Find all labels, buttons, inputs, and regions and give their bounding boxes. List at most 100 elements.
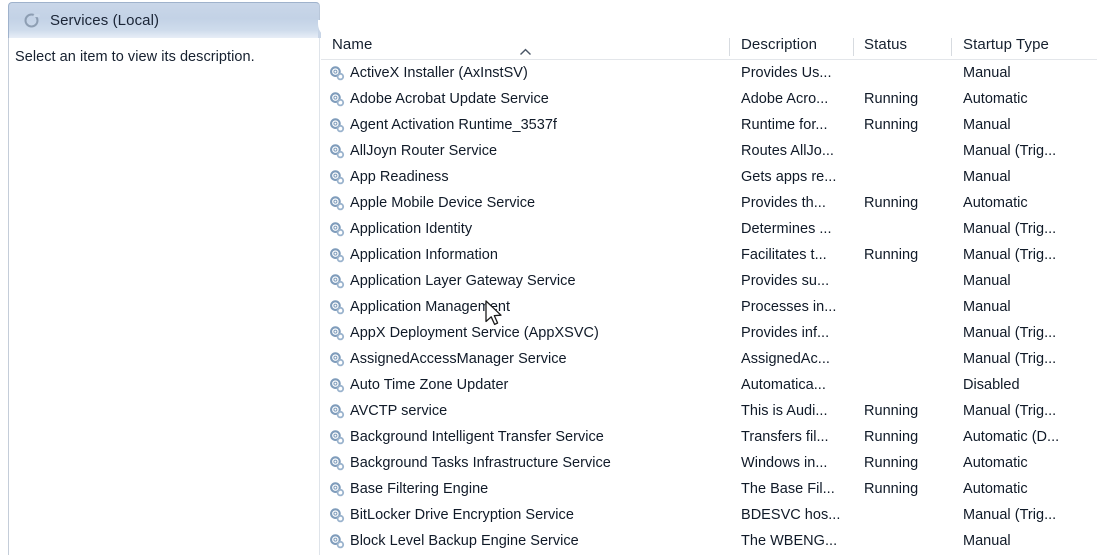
service-row[interactable]: Application Layer Gateway Service Provide…	[321, 268, 1097, 294]
service-name-label: ActiveX Installer (AxInstSV)	[350, 64, 528, 81]
services-rows: ActiveX Installer (AxInstSV) Provides Us.…	[321, 60, 1097, 554]
services-window: Services (Local) Select an item to view …	[0, 0, 1097, 555]
service-gear-icon	[328, 299, 345, 316]
service-row[interactable]: Auto Time Zone Updater Automatica... Disab…	[321, 372, 1097, 398]
service-row[interactable]: Application Management Processes in... Man…	[321, 294, 1097, 320]
service-name-cell: App Readiness	[321, 169, 729, 186]
service-row[interactable]: App Readiness Gets apps re... Manual	[321, 164, 1097, 190]
service-gear-icon	[328, 221, 345, 238]
service-gear-icon	[328, 117, 345, 134]
service-row[interactable]: Background Intelligent Transfer Service T…	[321, 424, 1097, 450]
service-description-cell: Facilitates t...	[741, 247, 827, 263]
service-status-cell: Running	[864, 117, 919, 133]
service-row[interactable]: Agent Activation Runtime_3537f Runtime fo…	[321, 112, 1097, 138]
service-row[interactable]: Apple Mobile Device Service Provides th..…	[321, 190, 1097, 216]
service-row[interactable]: Application Identity Determines ... Manual…	[321, 216, 1097, 242]
service-row[interactable]: Base Filtering Engine The Base Fil... Runn…	[321, 476, 1097, 502]
service-description-cell: Provides inf...	[741, 325, 830, 341]
service-description-cell: Provides Us...	[741, 65, 832, 81]
service-row[interactable]: AssignedAccessManager Service AssignedAc.…	[321, 346, 1097, 372]
service-description-cell: Processes in...	[741, 299, 837, 315]
service-description-cell: Automatica...	[741, 377, 826, 393]
service-name-label: Background Intelligent Transfer Service	[350, 428, 604, 445]
service-row[interactable]: Block Level Backup Engine Service The WBE…	[321, 528, 1097, 554]
service-startup-type-cell: Manual (Trig...	[963, 507, 1057, 523]
service-startup-type-cell: Manual	[963, 117, 1011, 133]
service-description-cell: Provides th...	[741, 195, 826, 211]
service-startup-type-cell: Manual	[963, 273, 1011, 289]
service-status-cell: Running	[864, 455, 919, 471]
service-startup-type-cell: Manual (Trig...	[963, 221, 1057, 237]
service-name-cell: AppX Deployment Service (AppXSVC)	[321, 325, 729, 342]
service-status-cell: Running	[864, 429, 919, 445]
service-startup-type-cell: Manual	[963, 169, 1011, 185]
service-row[interactable]: BitLocker Drive Encryption Service BDESVC…	[321, 502, 1097, 528]
service-gear-icon	[328, 481, 345, 498]
service-status-cell: Running	[864, 247, 919, 263]
service-name-cell: Auto Time Zone Updater	[321, 377, 729, 394]
service-row[interactable]: Adobe Acrobat Update Service Adobe Acro..…	[321, 86, 1097, 112]
service-startup-type-cell: Manual (Trig...	[963, 403, 1057, 419]
service-name-cell: BitLocker Drive Encryption Service	[321, 507, 729, 524]
service-startup-type-cell: Manual (Trig...	[963, 143, 1057, 159]
description-pane: Select an item to view its description.	[8, 38, 320, 555]
tab-services-local[interactable]: Services (Local)	[8, 2, 320, 38]
services-gear-icon	[23, 12, 40, 29]
service-name-label: AVCTP service	[350, 402, 448, 419]
column-header-status-label: Status	[864, 36, 908, 53]
service-name-label: Base Filtering Engine	[350, 480, 489, 497]
service-startup-type-cell: Automatic	[963, 481, 1028, 497]
service-name-label: AppX Deployment Service (AppXSVC)	[350, 324, 599, 341]
column-header-startup-type-label: Startup Type	[963, 36, 1049, 53]
service-status-cell: Running	[864, 91, 919, 107]
service-name-cell: Adobe Acrobat Update Service	[321, 91, 729, 108]
service-row[interactable]: AppX Deployment Service (AppXSVC) Provide…	[321, 320, 1097, 346]
service-startup-type-cell: Manual (Trig...	[963, 325, 1057, 341]
service-status-cell: Running	[864, 403, 919, 419]
service-description-cell: Routes AllJo...	[741, 143, 834, 159]
service-startup-type-cell: Manual	[963, 533, 1011, 549]
service-name-label: Apple Mobile Device Service	[350, 194, 536, 211]
service-row[interactable]: AllJoyn Router Service Routes AllJo... Man…	[321, 138, 1097, 164]
service-gear-icon	[328, 507, 345, 524]
service-startup-type-cell: Automatic (D...	[963, 429, 1060, 445]
service-startup-type-cell: Manual (Trig...	[963, 247, 1057, 263]
service-startup-type-cell: Disabled	[963, 377, 1020, 393]
service-name-cell: Application Layer Gateway Service	[321, 273, 729, 290]
column-header-name[interactable]: Name	[321, 36, 729, 59]
column-header-row: Name Description Status Startup Type	[321, 24, 1097, 60]
service-name-label: Application Information	[350, 246, 498, 263]
service-name-label: Application Layer Gateway Service	[350, 272, 576, 289]
service-row[interactable]: AVCTP service This is Audi... Running Manua…	[321, 398, 1097, 424]
service-gear-icon	[328, 247, 345, 264]
service-gear-icon	[328, 403, 345, 420]
service-name-cell: Application Identity	[321, 221, 729, 238]
service-name-label: Block Level Backup Engine Service	[350, 532, 579, 549]
service-gear-icon	[328, 533, 345, 550]
service-name-cell: Background Tasks Infrastructure Service	[321, 455, 729, 472]
service-gear-icon	[328, 455, 345, 472]
service-startup-type-cell: Manual	[963, 65, 1011, 81]
service-status-cell: Running	[864, 195, 919, 211]
service-startup-type-cell: Automatic	[963, 91, 1028, 107]
service-description-cell: Provides su...	[741, 273, 830, 289]
description-prompt: Select an item to view its description.	[15, 49, 255, 65]
service-name-label: Application Identity	[350, 220, 473, 237]
column-header-startup-type[interactable]: Startup Type	[951, 36, 1097, 59]
column-header-status[interactable]: Status	[853, 36, 951, 59]
tab-label: Services (Local)	[50, 12, 160, 29]
service-description-cell: The Base Fil...	[741, 481, 835, 497]
service-description-cell: BDESVC hos...	[741, 507, 841, 523]
service-name-cell: Application Management	[321, 299, 729, 316]
service-row[interactable]: Background Tasks Infrastructure Service W…	[321, 450, 1097, 476]
service-description-cell: Runtime for...	[741, 117, 828, 133]
service-description-cell: AssignedAc...	[741, 351, 830, 367]
column-header-description[interactable]: Description	[729, 36, 853, 59]
service-row[interactable]: ActiveX Installer (AxInstSV) Provides Us.…	[321, 60, 1097, 86]
service-gear-icon	[328, 351, 345, 368]
service-name-label: AssignedAccessManager Service	[350, 350, 567, 367]
service-row[interactable]: Application Information Facilitates t... R…	[321, 242, 1097, 268]
service-name-cell: Background Intelligent Transfer Service	[321, 429, 729, 446]
service-name-cell: Base Filtering Engine	[321, 481, 729, 498]
service-name-label: Application Management	[350, 298, 511, 315]
